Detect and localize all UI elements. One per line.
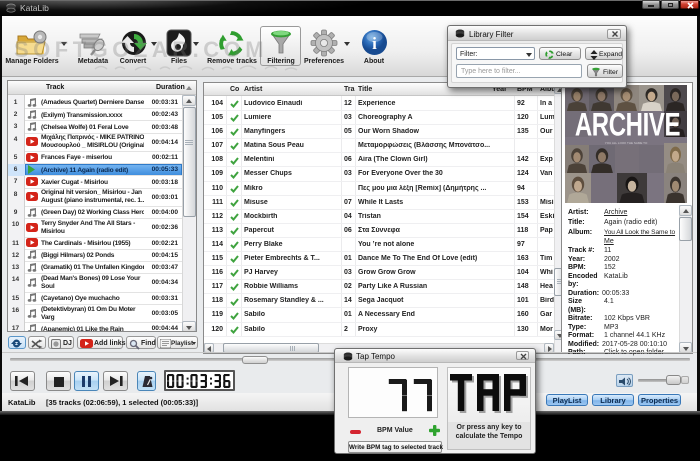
svg-text:YOU ALL LOOK THE SAME TO: YOU ALL LOOK THE SAME TO [605, 141, 648, 145]
svg-text:ARCHIVE: ARCHIVE [575, 106, 680, 142]
svg-text:i: i [372, 34, 377, 53]
